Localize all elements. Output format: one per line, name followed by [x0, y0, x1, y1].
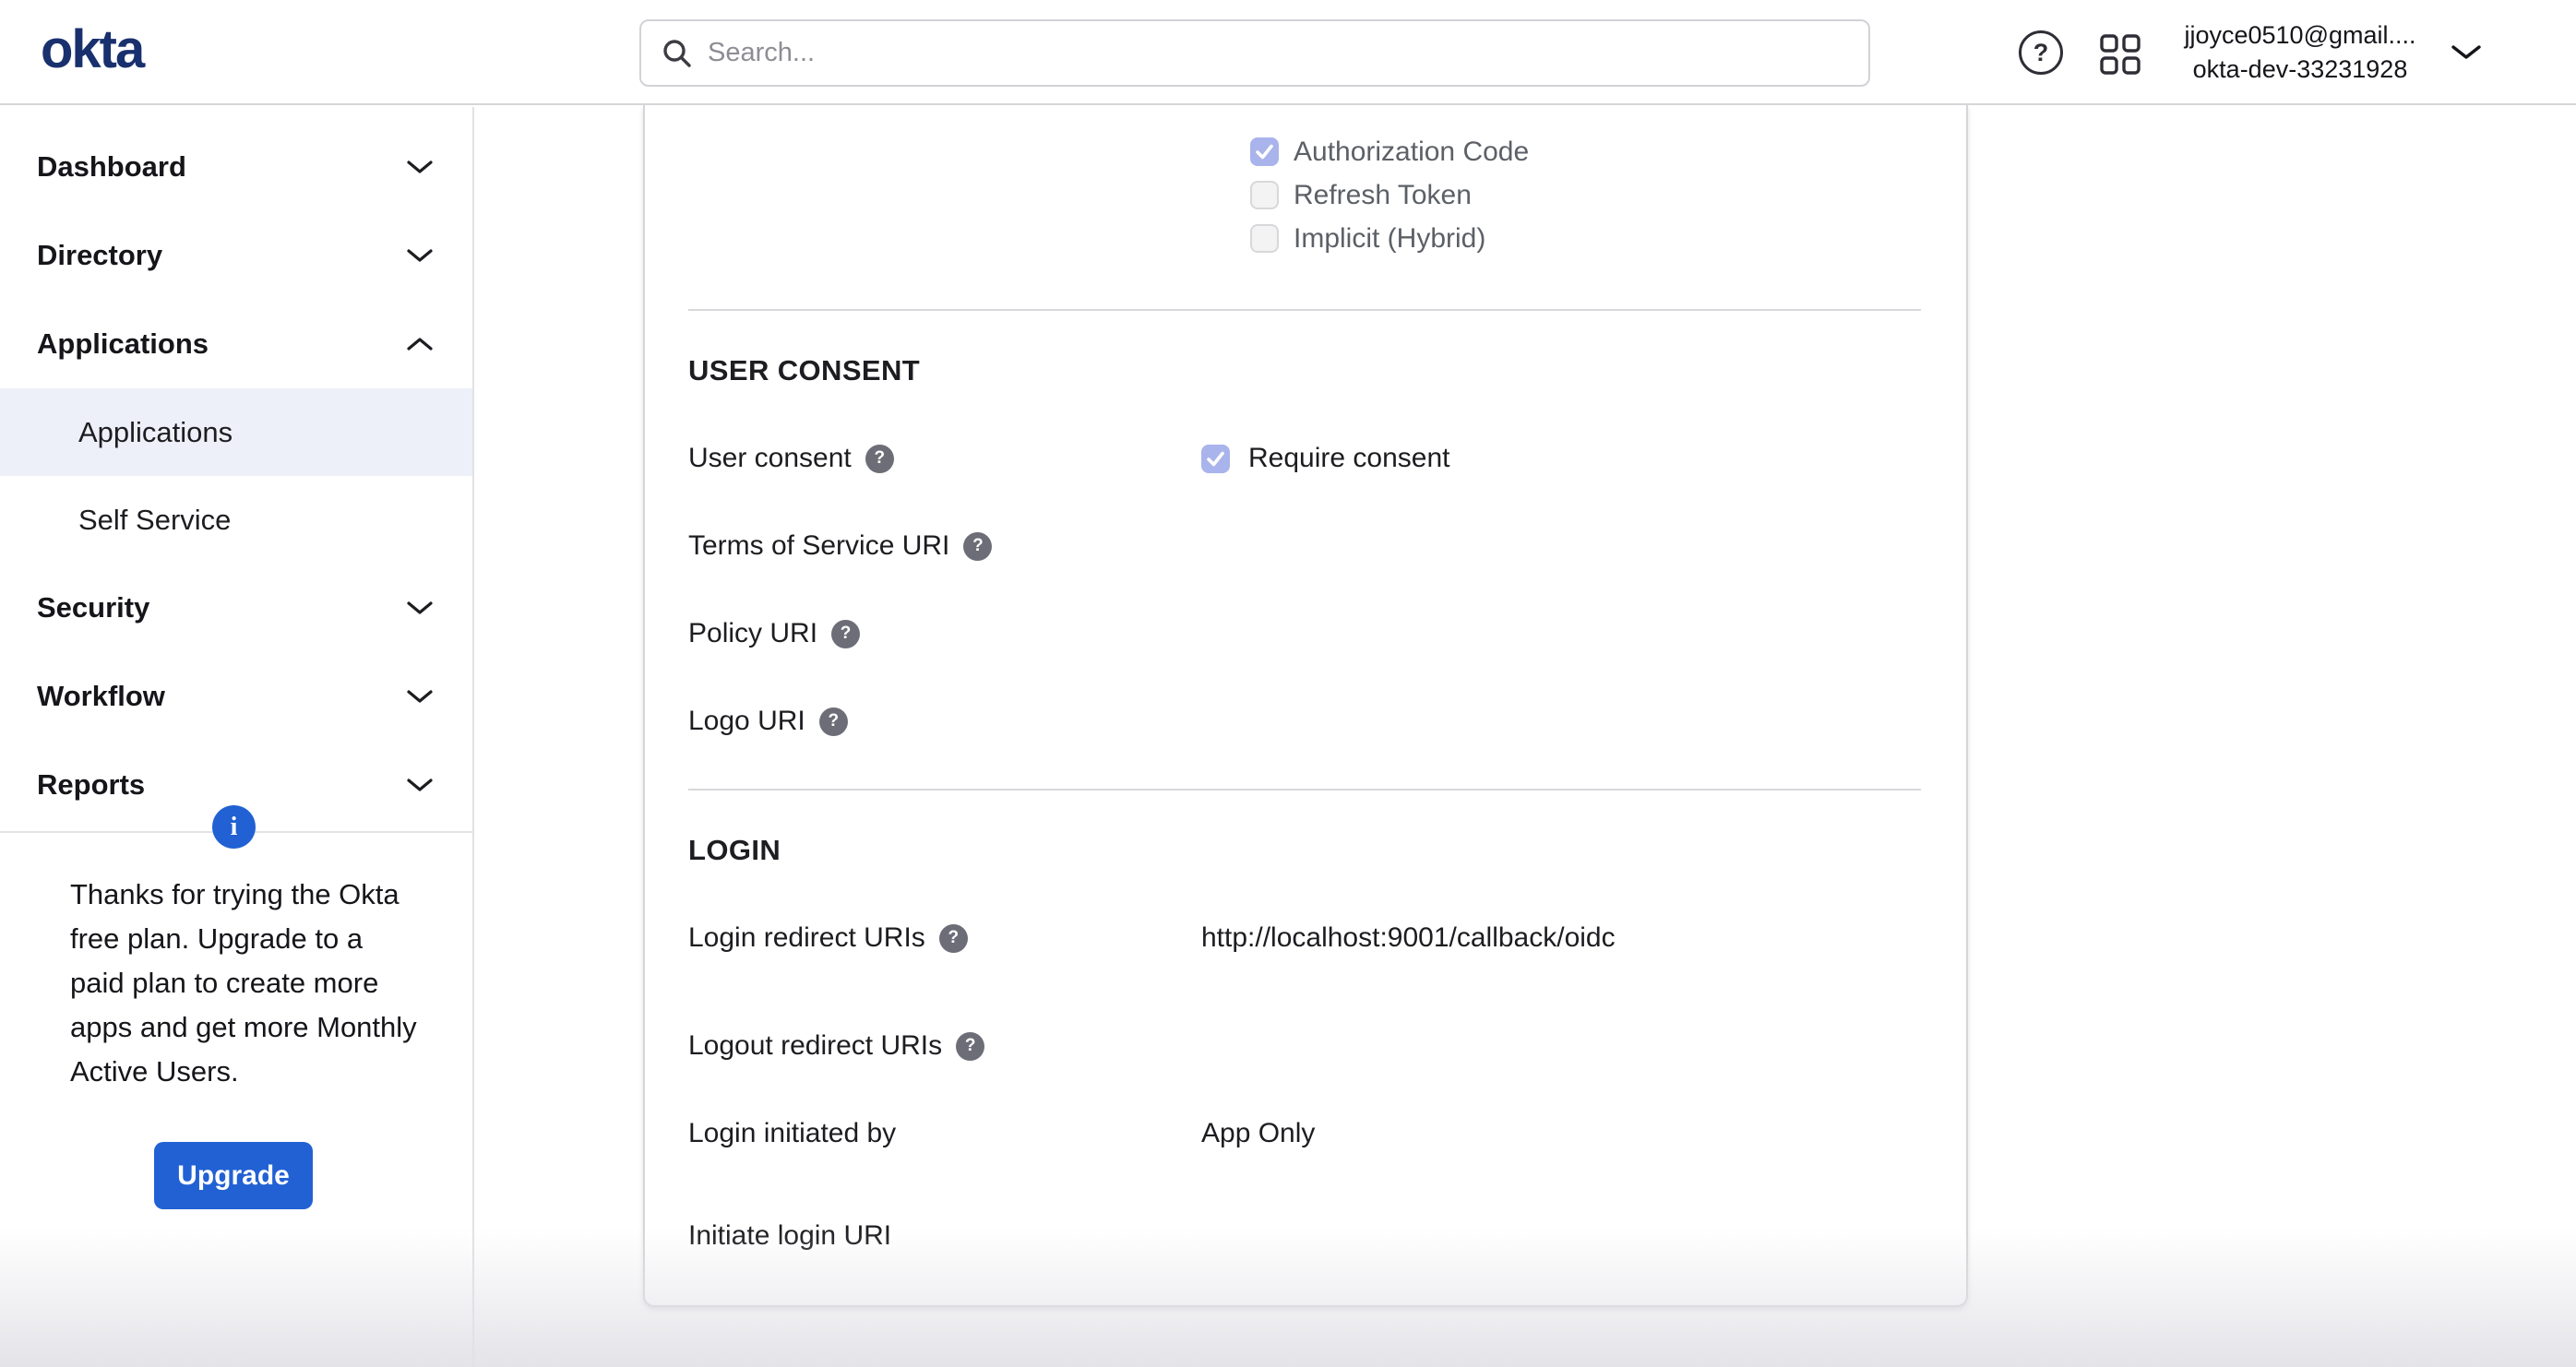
sidebar-item-directory[interactable]: Directory — [0, 211, 472, 300]
form-row-initiate-login-uri: Initiate login URI — [688, 1218, 1921, 1254]
settings-sections: USER CONSENT User consent? Require consent… — [688, 309, 1921, 1254]
sidebar: Dashboard Directory Applications Applicatio… — [0, 107, 474, 1367]
form-row-label-cell: User consent? — [688, 443, 1201, 474]
upsell-message: Thanks for trying the Okta free plan. Up… — [70, 878, 417, 1088]
grant-type-label: Refresh Token — [1294, 179, 1472, 210]
form-row-label: Login redirect URIs — [688, 922, 925, 953]
search-icon — [662, 38, 693, 69]
form-row-value: App Only — [1201, 1118, 1316, 1148]
form-row-label-cell: Initiate login URI — [688, 1220, 1201, 1252]
form-row-value-cell: Require consent — [1201, 443, 1449, 474]
chevron-down-icon — [406, 160, 434, 174]
form-row-label-cell: Logout redirect URIs? — [688, 1030, 1201, 1062]
search-input[interactable] — [708, 38, 1848, 68]
grant-type-label: Authorization Code — [1294, 136, 1530, 167]
section-rows: Login redirect URIs? http://localhost:900… — [688, 920, 1921, 1254]
sidebar-item-label: Directory — [37, 239, 163, 271]
section-user-consent: USER CONSENT User consent? Require consent… — [688, 309, 1921, 740]
help-icon[interactable]: ? — [2019, 30, 2063, 75]
form-row-label-cell: Policy URI? — [688, 618, 1201, 649]
form-row-terms-of-service-uri: Terms of Service URI? — [688, 528, 1921, 565]
form-row-label: Logo URI — [688, 706, 805, 736]
form-row-label-cell: Logo URI? — [688, 706, 1201, 737]
sidebar-item-label: Security — [37, 591, 150, 624]
grant-type-option-refresh-token[interactable]: Refresh Token — [1250, 173, 1921, 217]
checkbox-checked-icon[interactable] — [1250, 137, 1279, 166]
sidebar-item-label: Applications — [37, 327, 209, 360]
section-title: LOGIN — [688, 834, 781, 866]
chevron-down-icon — [406, 689, 434, 704]
user-org: okta-dev-33231928 — [2192, 55, 2408, 83]
form-row-logo-uri: Logo URI? — [688, 703, 1921, 740]
chevron-up-icon — [406, 337, 434, 351]
form-row-login-redirect-uris: Login redirect URIs? http://localhost:900… — [688, 920, 1921, 957]
sidebar-subitem-self-service[interactable]: Self Service — [0, 476, 472, 564]
checkbox-unchecked[interactable] — [1250, 224, 1279, 253]
app-switcher-icon[interactable] — [2098, 32, 2142, 81]
form-row-label-cell: Terms of Service URI? — [688, 530, 1201, 562]
form-row-value-cell: App Only — [1201, 1118, 1315, 1149]
global-search[interactable] — [639, 19, 1870, 87]
sidebar-item-label: Dashboard — [37, 150, 186, 183]
form-row-login-initiated-by: Login initiated by App Only — [688, 1115, 1921, 1152]
chevron-down-icon — [406, 778, 434, 792]
sidebar-subitem-label: Self Service — [78, 503, 232, 536]
top-header: okta ? jjoyce0510@gmail.... okta-dev-332… — [0, 0, 2576, 105]
form-row-label: Logout redirect URIs — [688, 1030, 943, 1061]
grant-type-label: Implicit (Hybrid) — [1294, 222, 1486, 254]
section-divider — [688, 789, 1921, 790]
form-row-label-cell: Login initiated by — [688, 1118, 1201, 1149]
user-menu[interactable]: jjoyce0510@gmail.... okta-dev-33231928 — [2168, 18, 2432, 87]
user-email: jjoyce0510@gmail.... — [2184, 21, 2416, 49]
sidebar-item-label: Workflow — [37, 680, 165, 712]
upgrade-button[interactable]: Upgrade — [154, 1142, 313, 1209]
okta-logo[interactable]: okta — [41, 18, 145, 80]
section-login: LOGIN Login redirect URIs? http://localhos… — [688, 789, 1921, 1254]
checkbox-checked-icon[interactable] — [1201, 444, 1230, 473]
sidebar-item-dashboard[interactable]: Dashboard — [0, 123, 472, 211]
sidebar-subitem-applications[interactable]: Applications — [0, 388, 472, 476]
form-row-value: http://localhost:9001/callback/oidc — [1201, 922, 1616, 953]
grant-type-option-implicit-hybrid[interactable]: Implicit (Hybrid) — [1250, 217, 1921, 260]
help-icon[interactable]: ? — [865, 444, 894, 473]
form-row-label: Login initiated by — [688, 1118, 897, 1148]
sidebar-item-security[interactable]: Security — [0, 564, 472, 652]
section-rows: User consent? Require consent Terms of Ser… — [688, 440, 1921, 740]
app-settings-card: Authorization Code Refresh Token Implicit … — [643, 105, 1968, 1307]
help-icon[interactable]: ? — [831, 619, 861, 648]
sidebar-nav: Dashboard Directory Applications Applicatio… — [0, 107, 472, 829]
form-row-policy-uri: Policy URI? — [688, 615, 1921, 652]
main-content: Authorization Code Refresh Token Implicit … — [476, 105, 2576, 1367]
grant-type-option-authorization-code[interactable]: Authorization Code — [1250, 130, 1921, 173]
info-icon: i — [212, 805, 256, 849]
form-row-label-cell: Login redirect URIs? — [688, 922, 1201, 954]
form-row-label: Terms of Service URI — [688, 530, 950, 561]
grant-types-group: Authorization Code Refresh Token Implicit … — [1250, 105, 1921, 260]
chevron-down-icon[interactable] — [2451, 44, 2482, 65]
help-icon[interactable]: ? — [963, 531, 993, 561]
help-icon[interactable]: ? — [938, 923, 968, 953]
form-row-logout-redirect-uris: Logout redirect URIs? — [688, 1028, 1921, 1064]
form-row-user-consent: User consent? Require consent — [688, 440, 1921, 477]
chevron-down-icon — [406, 600, 434, 615]
form-row-label: Policy URI — [688, 618, 818, 648]
sidebar-item-label: Reports — [37, 768, 146, 801]
chevron-down-icon — [406, 248, 434, 263]
section-title: USER CONSENT — [688, 354, 921, 386]
checkbox-unchecked[interactable] — [1250, 181, 1279, 209]
form-row-label: User consent — [688, 443, 852, 473]
sidebar-item-applications[interactable]: Applications — [0, 300, 472, 388]
help-icon[interactable]: ? — [956, 1031, 985, 1061]
form-row-label: Initiate login URI — [688, 1220, 892, 1251]
help-icon[interactable]: ? — [818, 707, 848, 736]
form-row-value-cell: http://localhost:9001/callback/oidc — [1201, 922, 1616, 954]
sidebar-item-workflow[interactable]: Workflow — [0, 652, 472, 741]
sidebar-subitem-label: Applications — [78, 415, 233, 448]
section-divider — [688, 309, 1921, 311]
checkbox-label: Require consent — [1248, 443, 1450, 473]
